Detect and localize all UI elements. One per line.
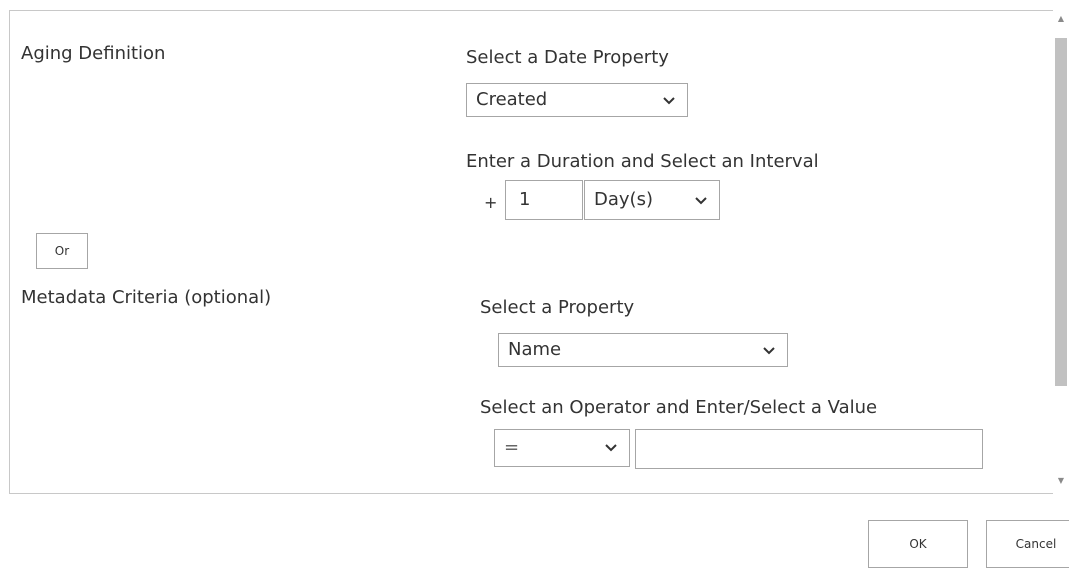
rule-definition-panel: Aging Definition Select a Date Property … (9, 10, 1055, 494)
chevron-down-icon (663, 97, 675, 105)
operator-value-label: Select an Operator and Enter/Select a Va… (480, 397, 878, 418)
scroll-up-arrow-icon[interactable]: ▲ (1056, 14, 1066, 24)
date-property-select[interactable]: Created (466, 83, 688, 117)
property-label: Select a Property (480, 297, 635, 318)
value-input[interactable] (635, 429, 983, 469)
aging-definition-heading: Aging Definition (21, 43, 166, 64)
or-button[interactable]: Or (36, 233, 88, 269)
duration-interval-label: Enter a Duration and Select an Interval (466, 151, 819, 172)
cancel-button[interactable]: Cancel (986, 520, 1069, 568)
date-property-label: Select a Date Property (466, 47, 669, 68)
interval-value: Day(s) (594, 189, 653, 210)
scroll-down-arrow-icon[interactable]: ▼ (1056, 476, 1066, 486)
plus-sign: + (484, 193, 498, 212)
chevron-down-icon (695, 197, 707, 205)
operator-value: = (504, 437, 520, 458)
date-property-value: Created (476, 89, 548, 110)
property-value: Name (508, 339, 562, 360)
metadata-criteria-heading: Metadata Criteria (optional) (21, 287, 272, 308)
property-select[interactable]: Name (498, 333, 788, 367)
scroll-thumb[interactable] (1055, 38, 1067, 386)
chevron-down-icon (605, 444, 617, 452)
duration-input[interactable]: 1 (505, 180, 583, 220)
ok-button[interactable]: OK (868, 520, 968, 568)
operator-select[interactable]: = (494, 429, 630, 467)
interval-select[interactable]: Day(s) (584, 180, 720, 220)
chevron-down-icon (763, 347, 775, 355)
panel-scrollbar[interactable]: ▲ ▼ (1053, 10, 1069, 494)
